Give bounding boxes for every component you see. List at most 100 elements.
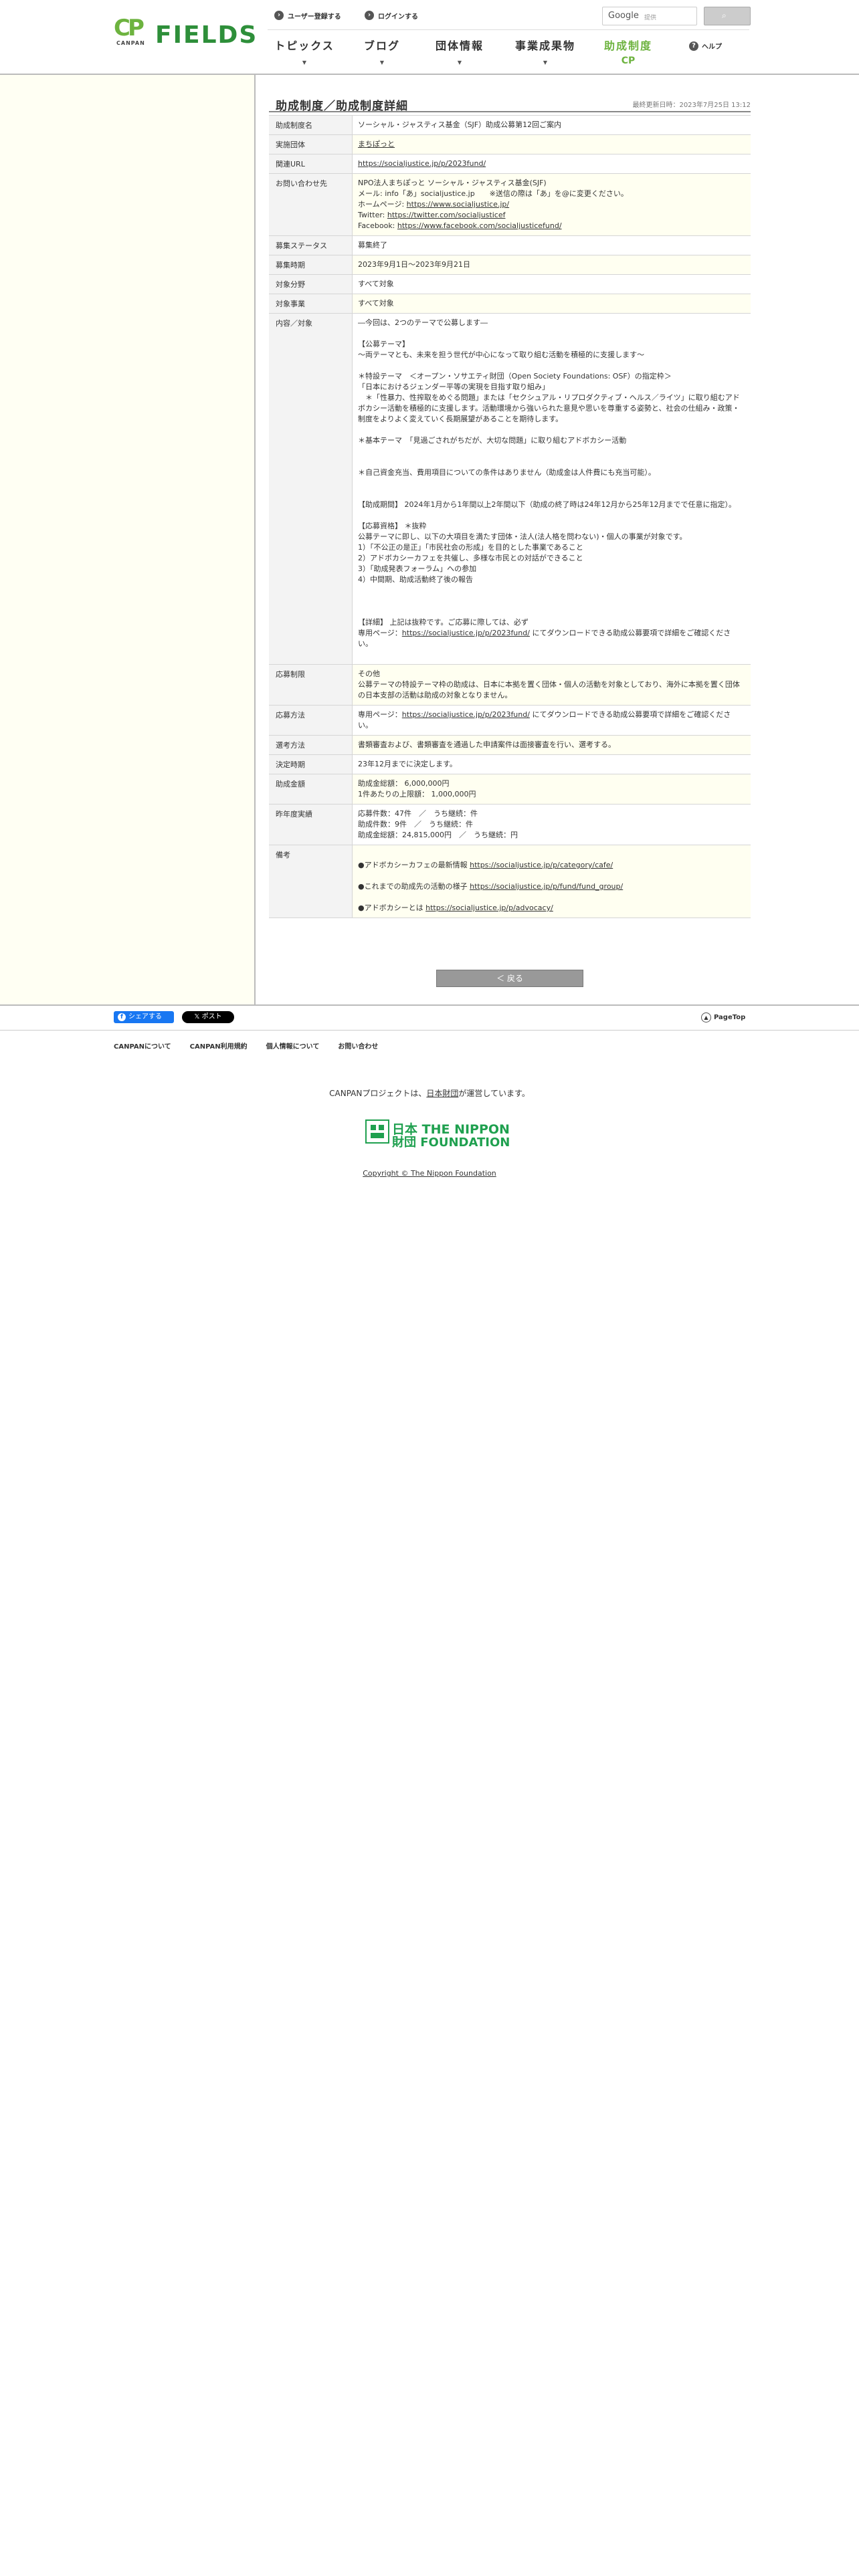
google-brand: Google [608, 11, 639, 21]
row-label: 決定時期 [269, 754, 353, 774]
past-cell: 応募件数：47件 ／ うち継続：件 助成件数：9件 ／ うち継続：件 助成金総額… [352, 804, 751, 845]
logo-name: FIELDS [155, 21, 258, 49]
note-2: ●これまでの助成先の活動の様子 https://socialjustice.jp… [358, 881, 745, 892]
note-1: ●アドボカシーカフェの最新情報 https://socialjustice.jp… [358, 860, 745, 871]
project-value: すべて対象 [352, 294, 751, 314]
nav-blog[interactable]: ブログ ▼ [345, 37, 419, 66]
cp-logo-mark-icon: CP [114, 15, 145, 41]
register-link[interactable]: › ユーザー登録する [274, 9, 341, 21]
search-placeholder: 提供 [644, 15, 657, 21]
content-p5: ＊自己資金充当、費用項目についての条件はありません（助成金は人件費にも充当可能）… [358, 468, 656, 477]
pagetop-label: PageTop [714, 1014, 746, 1021]
register-label: ユーザー登録する [288, 13, 341, 21]
org-link[interactable]: まちぽっと [358, 140, 395, 148]
arrow-up-icon: ▲ [701, 1012, 711, 1023]
arrow-circle-icon: › [274, 11, 284, 20]
arrow-circle-icon: › [365, 11, 374, 20]
nav-help[interactable]: ? ヘルプ [689, 41, 722, 51]
x-post-button[interactable]: 𝕏 ポスト [182, 1011, 234, 1023]
last-updated: 最終更新日時：2023年7月25日 13:12 [632, 102, 751, 109]
table-row: 内容／対象 ―今回は、2つのテーマで公募します― 【公募テーマ】 ～両テーマとも… [269, 313, 751, 665]
question-icon: ? [689, 41, 698, 51]
note-2-link[interactable]: https://socialjustice.jp/p/fund/fund_gro… [470, 882, 623, 891]
note-1-prefix: ●アドボカシーカフェの最新情報 [358, 861, 470, 869]
limits-value: その他 公募テーマの特設テーマ枠の助成は、日本に本拠を置く団体・個人の活動を対象… [358, 669, 740, 700]
table-row: お問い合わせ先 NPO法人まちぽっと ソーシャル・ジャスティス基金(SJF) メ… [269, 173, 751, 236]
note-3-link[interactable]: https://socialjustice.jp/p/advocacy/ [425, 903, 553, 912]
nippon-foundation-link[interactable]: 日本財団 [426, 1089, 458, 1098]
table-row: 助成金額 助成金総額： 6,000,000円 1件あたりの上限額： 1,000,… [269, 774, 751, 804]
facebook-share-button[interactable]: f シェアする [114, 1011, 174, 1023]
row-label: 助成制度名 [269, 115, 353, 135]
nav-org-label: 団体情報 [435, 39, 484, 52]
nippon-foundation-mark-icon [365, 1119, 389, 1144]
pagetop-link[interactable]: ▲ PageTop [701, 1012, 745, 1023]
nf-line2: 財団 FOUNDATION [392, 1136, 510, 1150]
table-row: 応募制限 その他 公募テーマの特設テーマ枠の助成は、日本に本拠を置く団体・個人の… [269, 664, 751, 706]
copyright: Copyright © The Nippon Foundation [0, 1169, 859, 1178]
footer-link-contact[interactable]: お問い合わせ [338, 1041, 378, 1051]
selection-value: 書類審査および、書類審査を通過した申請案件は面接審査を行い、選考する。 [352, 735, 751, 755]
facebook-link[interactable]: https://www.facebook.com/socialjusticefu… [397, 221, 562, 230]
canpan-fields-logo[interactable]: CP CANPAN FIELDS [114, 15, 256, 49]
contact-twitter-line: Twitter: https://twitter.com/socialjusti… [358, 210, 745, 221]
table-row: 応募方法 専用ページ：https://socialjustice.jp/p/20… [269, 705, 751, 736]
status-value: 募集終了 [352, 235, 751, 255]
login-link[interactable]: › ログインする [365, 9, 418, 21]
row-label: 募集ステータス [269, 235, 353, 255]
table-row: 決定時期 23年12月までに決定します。 [269, 754, 751, 774]
homepage-prefix: ホームページ: [358, 200, 407, 209]
nav-results-label: 事業成果物 [514, 39, 575, 52]
twitter-link[interactable]: https://twitter.com/socialjusticef [387, 211, 506, 219]
nippon-foundation-logo[interactable]: 日本 THE NIPPON 財団 FOUNDATION [365, 1118, 510, 1150]
row-label: 昨年度実績 [269, 804, 353, 845]
search-button[interactable]: ⌕ [704, 7, 751, 25]
table-row: 助成制度名 ソーシャル・ジャスティス基金（SJF）助成公募第12回ご案内 [269, 115, 751, 135]
operated-by: CANPANプロジェクトは、日本財団が運営しています。 [0, 1087, 859, 1099]
homepage-link[interactable]: https://www.socialjustice.jp/ [407, 200, 509, 209]
table-row: 募集ステータス 募集終了 [269, 235, 751, 255]
row-label: 関連URL [269, 154, 353, 174]
twitter-prefix: Twitter: [358, 211, 387, 219]
contact-facebook-line: Facebook: https://www.facebook.com/socia… [358, 221, 745, 231]
table-row: 実施団体 まちぽっと [269, 134, 751, 154]
note-3-prefix: ●アドボカシーとは [358, 903, 426, 912]
nav-grants[interactable]: 助成制度 CP [591, 37, 665, 66]
content-p8-link[interactable]: https://socialjustice.jp/p/2023fund/ [402, 629, 530, 637]
triangle-down-icon: ▼ [379, 60, 385, 66]
content-p7: 【応募資格】 ＊抜粋 公募テーマに即し、以下の大項目を満たす団体・法人(法人格を… [358, 522, 687, 584]
method-link[interactable]: https://socialjustice.jp/p/2023fund/ [402, 710, 530, 719]
row-label: 内容／対象 [269, 313, 353, 665]
nav-org[interactable]: 団体情報 ▼ [423, 37, 496, 66]
table-row: 募集時期 2023年9月1日～2023年9月21日 [269, 255, 751, 275]
nav-help-label: ヘルプ [702, 43, 722, 51]
footer-link-about[interactable]: CANPANについて [114, 1041, 171, 1051]
note-1-link[interactable]: https://socialjustice.jp/p/category/cafe… [470, 861, 613, 869]
table-row: 対象分野 すべて対象 [269, 274, 751, 294]
row-label: 備考 [269, 845, 353, 918]
content-p1: ―今回は、2つのテーマで公募します― [358, 318, 488, 327]
content-p6: 【助成期間】 2024年1月から1年間以上2年間以下（助成の終了時は24年12月… [358, 500, 736, 509]
copyright-link[interactable]: Copyright © The Nippon Foundation [363, 1169, 496, 1178]
search-input[interactable]: Google 提供 [602, 7, 697, 25]
method-prefix: 専用ページ： [358, 710, 402, 719]
table-row: 備考 ●アドボカシーカフェの最新情報 https://socialjustice… [269, 845, 751, 918]
content-cell: ―今回は、2つのテーマで公募します― 【公募テーマ】 ～両テーマとも、未来を担う… [352, 313, 751, 665]
nav-results[interactable]: 事業成果物 ▼ [508, 37, 582, 66]
nav-topics[interactable]: トピックス ▼ [268, 37, 341, 66]
contact-mail: メール: info「あ」socialjustice.jp ※送信の際は「あ」を@… [358, 189, 628, 198]
row-label: 募集時期 [269, 255, 353, 275]
content-p2: 【公募テーマ】 ～両テーマとも、未来を担う世代が中心になって取り組む活動を積極的… [358, 340, 645, 359]
amount-cell: 助成金総額： 6,000,000円 1件あたりの上限額： 1,000,000円 [352, 774, 751, 804]
triangle-down-icon: ▼ [302, 60, 307, 66]
facebook-icon: f [118, 1013, 126, 1021]
table-row: 関連URL https://socialjustice.jp/p/2023fun… [269, 154, 751, 174]
back-button[interactable]: ＜ 戻る [436, 970, 583, 987]
cp-active-marker-icon: CP [621, 56, 636, 66]
footer-link-terms[interactable]: CANPAN利用規約 [190, 1041, 248, 1051]
footer-link-privacy[interactable]: 個人情報について [266, 1041, 320, 1051]
site-header: CP CANPAN FIELDS › ユーザー登録する › ログインする Goo… [0, 0, 859, 75]
row-label: 応募方法 [269, 705, 353, 736]
related-url-link[interactable]: https://socialjustice.jp/p/2023fund/ [358, 159, 486, 168]
org-cell: まちぽっと [352, 134, 751, 154]
